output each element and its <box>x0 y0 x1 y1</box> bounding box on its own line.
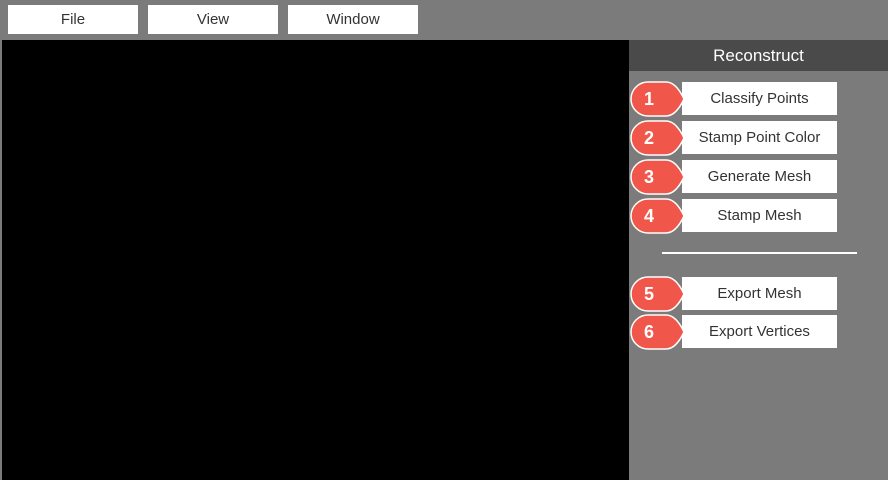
generate-mesh-button[interactable]: Generate Mesh <box>682 160 837 193</box>
step-badge-5: 5 <box>630 276 684 312</box>
reconstruct-panel: Reconstruct Classify Points 1 Stamp Poin… <box>629 40 888 480</box>
menu-bar: File View Window <box>0 0 888 38</box>
export-mesh-button[interactable]: Export Mesh <box>682 277 837 310</box>
stamp-mesh-button[interactable]: Stamp Mesh <box>682 199 837 232</box>
menu-window-button[interactable]: Window <box>288 5 418 34</box>
step-number: 1 <box>643 88 654 109</box>
panel-title: Reconstruct <box>629 40 888 71</box>
classify-points-button[interactable]: Classify Points <box>682 82 837 115</box>
action-classify-points: Classify Points 1 <box>629 81 888 117</box>
step-number: 2 <box>643 127 654 148</box>
divider <box>662 252 857 254</box>
menu-view-button[interactable]: View <box>148 5 278 34</box>
step-number: 3 <box>643 166 654 187</box>
step-badge-3: 3 <box>630 159 684 195</box>
step-badge-1: 1 <box>630 81 684 117</box>
step-badge-6: 6 <box>630 314 684 350</box>
step-number: 4 <box>643 205 654 226</box>
step-badge-4: 4 <box>630 198 684 234</box>
action-stamp-point-color: Stamp Point Color 2 <box>629 120 888 156</box>
menu-file-button[interactable]: File <box>8 5 138 34</box>
stamp-point-color-button[interactable]: Stamp Point Color <box>682 121 837 154</box>
step-badge-2: 2 <box>630 120 684 156</box>
3d-viewport[interactable] <box>2 40 629 480</box>
step-number: 6 <box>643 321 654 342</box>
action-generate-mesh: Generate Mesh 3 <box>629 159 888 195</box>
step-number: 5 <box>643 283 654 304</box>
action-stamp-mesh: Stamp Mesh 4 <box>629 198 888 234</box>
app-window: File View Window Reconstruct Classify Po… <box>0 0 888 480</box>
action-export-vertices: Export Vertices 6 <box>629 314 888 350</box>
export-vertices-button[interactable]: Export Vertices <box>682 315 837 348</box>
action-export-mesh: Export Mesh 5 <box>629 276 888 312</box>
